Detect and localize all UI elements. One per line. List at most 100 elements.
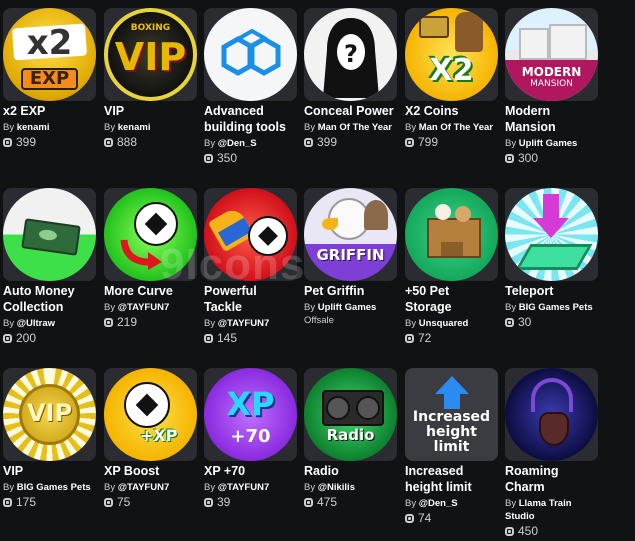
gamepass-name[interactable]: Auto Money Collection [3,283,96,315]
gamepass-card[interactable]: +50 Pet Storage By Unsquared 72 [405,188,498,345]
gamepass-thumbnail[interactable] [505,368,598,461]
gamepass-thumbnail[interactable] [104,188,197,281]
gamepass-name[interactable]: XP +70 [204,463,297,479]
gamepass-card[interactable]: Radio Radio By @Nikilis 475 [304,368,397,509]
gamepass-thumbnail[interactable]: x2 EXP [3,8,96,101]
gamepass-thumbnail[interactable] [405,188,498,281]
charm-necklace-icon [505,368,598,461]
gamepass-name[interactable]: Pet Griffin [304,283,397,299]
gamepass-price: 175 [3,495,96,509]
gamepass-creator[interactable]: By kenami [104,121,197,134]
gamepass-creator[interactable]: By @Ultraw [3,317,96,330]
gamepass-price: 219 [104,315,197,329]
gamepass-card[interactable]: MODERN MANSION Modern Mansion By Uplift … [505,8,598,165]
gamepass-card[interactable]: Teleport By BIG Games Pets 30 [505,188,598,329]
gamepass-creator[interactable]: By kenami [3,121,96,134]
teleport-arrow-icon [505,188,598,281]
gamepass-creator[interactable]: By Man Of The Year [405,121,498,134]
gamepass-name[interactable]: More Curve [104,283,197,299]
x2-coins-icon: X2 [405,8,498,101]
gamepass-card[interactable]: Roaming Charm By Llama Train Studio 450 [505,368,598,538]
gamepass-card[interactable]: VIP VIP By BIG Games Pets 175 [3,368,96,509]
gamepass-card[interactable]: X2 X2 Coins By Man Of The Year 799 [405,8,498,149]
robux-icon [505,153,514,163]
robux-icon [3,137,12,147]
gamepass-name[interactable]: Teleport [505,283,598,299]
gamepass-card[interactable]: x2 EXP x2 EXP By kenami 399 [3,8,96,149]
gamepass-creator[interactable]: By @Den_S [204,137,297,150]
gamepass-thumbnail[interactable]: Increased height limit [405,368,498,461]
gamepass-thumbnail[interactable]: +XP [104,368,197,461]
xp-70-icon: XP +70 [204,368,297,461]
gamepass-name[interactable]: Increased height limit [405,463,498,495]
gamepass-creator[interactable]: By BIG Games Pets [3,481,96,494]
gamepass-thumbnail[interactable] [204,8,297,101]
gamepass-thumbnail[interactable]: X2 [405,8,498,101]
gamepass-creator[interactable]: By @TAYFUN7 [204,481,297,494]
radio-icon: Radio [304,368,397,461]
svg-text:?: ? [344,40,358,68]
gamepass-thumbnail[interactable]: ? [304,8,397,101]
robux-icon [3,497,12,507]
gamepass-creator[interactable]: By Llama Train Studio [505,497,598,523]
gamepass-creator[interactable]: By BIG Games Pets [505,301,598,314]
gamepass-card[interactable]: More Curve By @TAYFUN7 219 [104,188,197,329]
gamepass-card[interactable]: ? Conceal Power By Man Of The Year 399 [304,8,397,149]
gamepass-thumbnail[interactable]: MODERN MANSION [505,8,598,101]
gamepass-card[interactable]: GRIFFIN Pet Griffin By Uplift Games Offs… [304,188,397,327]
gamepass-thumbnail[interactable] [505,188,598,281]
gamepass-name[interactable]: Powerful Tackle [204,283,297,315]
gamepass-thumbnail[interactable]: XP +70 [204,368,297,461]
robux-icon [204,153,213,163]
gamepass-creator[interactable]: By @TAYFUN7 [204,317,297,330]
gamepass-thumbnail[interactable]: GRIFFIN [304,188,397,281]
robux-icon [405,137,414,147]
gamepass-name[interactable]: Advanced building tools [204,103,297,135]
soccer-curve-icon [104,188,197,281]
x2-exp-icon: x2 EXP [3,8,96,101]
gamepass-thumbnail[interactable]: VIP [3,368,96,461]
gamepass-card[interactable]: XP +70 XP +70 By @TAYFUN7 39 [204,368,297,509]
gamepass-name[interactable]: Roaming Charm [505,463,598,495]
gamepass-creator[interactable]: By @Den_S [405,497,498,510]
gamepass-name[interactable]: VIP [3,463,96,479]
gamepass-name[interactable]: x2 EXP [3,103,96,119]
gamepass-name[interactable]: XP Boost [104,463,197,479]
pet-box-icon [405,188,498,281]
gamepass-card[interactable]: Powerful Tackle By @TAYFUN7 145 [204,188,297,345]
gamepass-card[interactable]: Advanced building tools By @Den_S 350 [204,8,297,165]
gamepass-card[interactable]: Increased height limit Increased height … [405,368,498,525]
robux-icon [104,317,113,327]
gamepass-creator[interactable]: By Man Of The Year [304,121,397,134]
gamepass-name[interactable]: X2 Coins [405,103,498,119]
gamepass-thumbnail[interactable]: BOXING VIP [104,8,197,101]
robux-icon [104,137,113,147]
gold-vip-icon: VIP [3,368,96,461]
gamepass-name[interactable]: Radio [304,463,397,479]
gamepass-creator[interactable]: By @TAYFUN7 [104,301,197,314]
gamepass-price: 145 [204,331,297,345]
gamepass-name[interactable]: VIP [104,103,197,119]
gamepass-card[interactable]: +XP XP Boost By @TAYFUN7 75 [104,368,197,509]
gamepass-card[interactable]: Auto Money Collection By @Ultraw 200 [3,188,96,345]
hooded-figure-icon: ? [304,8,397,101]
gamepass-price: 888 [104,135,197,149]
gamepass-creator[interactable]: By Unsquared [405,317,498,330]
gamepass-thumbnail[interactable] [204,188,297,281]
gamepass-thumbnail[interactable]: Radio [304,368,397,461]
gamepass-name[interactable]: Modern Mansion [505,103,598,135]
gamepass-creator[interactable]: By Uplift Games [304,301,397,314]
gamepass-creator[interactable]: By @TAYFUN7 [104,481,197,494]
gamepass-creator[interactable]: By Uplift Games [505,137,598,150]
gamepass-name[interactable]: Conceal Power [304,103,397,119]
boxing-vip-icon: BOXING VIP [104,8,197,101]
up-arrow-icon: Increased height limit [405,368,498,461]
gamepass-price: 399 [3,135,96,149]
gamepass-thumbnail[interactable] [3,188,96,281]
gamepass-price: 799 [405,135,498,149]
gamepass-name[interactable]: +50 Pet Storage [405,283,498,315]
gamepass-card[interactable]: BOXING VIP VIP By kenami 888 [104,8,197,149]
gamepass-creator[interactable]: By @Nikilis [304,481,397,494]
mansion-icon: MODERN MANSION [505,8,598,101]
robux-icon [304,497,313,507]
